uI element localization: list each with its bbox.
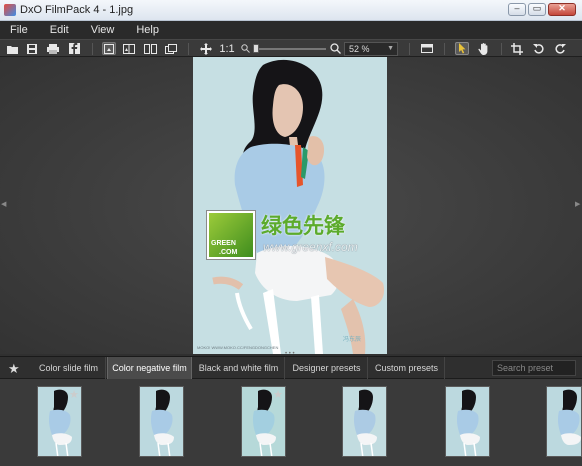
toolbar-separator — [92, 43, 93, 55]
tab-custom-presets[interactable]: Custom presets — [369, 357, 445, 379]
window-title: DxO FilmPack 4 - 1.jpg — [20, 4, 134, 16]
thumbnail-image — [343, 387, 386, 456]
open-folder-button[interactable] — [6, 42, 20, 55]
watermark-url: www.greenxf.com — [263, 240, 358, 254]
menu-view[interactable]: View — [91, 24, 115, 36]
favorite-star-icon[interactable]: ★ — [273, 388, 283, 401]
zoom-out-button[interactable] — [238, 42, 252, 55]
compare-side-by-side-icon — [143, 43, 157, 54]
zoom-value: 52 % — [349, 44, 370, 54]
maximize-icon: ▭ — [532, 3, 542, 13]
fullscreen-icon — [421, 44, 433, 53]
zoom-in-button[interactable] — [328, 42, 342, 55]
pointer-icon — [458, 43, 465, 54]
single-view-icon — [104, 43, 114, 54]
fullscreen-button[interactable] — [420, 42, 434, 55]
image-viewer[interactable]: ◀ ▶ GREEN .COM 绿色先锋 www.greenxf.com 冯东辰 … — [0, 57, 582, 354]
photo-credit: MOKO! WWW.MOKO.CC/FENGDONGCHEN — [197, 345, 279, 350]
rotate-left-icon — [533, 43, 544, 54]
left-panel-toggle-icon[interactable]: ◀ — [1, 200, 6, 208]
portrait-photo — [193, 57, 387, 354]
chevron-down-icon: ▼ — [387, 45, 394, 52]
toolbar-separator — [501, 43, 502, 55]
preset-thumbnail[interactable] — [342, 386, 387, 457]
menu-edit[interactable]: Edit — [50, 24, 69, 36]
minimize-icon: – — [514, 3, 520, 13]
preset-search-input[interactable]: Search preset — [492, 360, 576, 376]
app-icon — [4, 4, 16, 16]
crop-button[interactable] — [510, 42, 524, 55]
watermark-chinese: 绿色先锋 — [261, 215, 345, 238]
zoom-select[interactable]: 52 % ▼ — [344, 42, 398, 56]
zoom-in-icon — [329, 43, 341, 54]
facebook-button[interactable] — [67, 42, 81, 55]
rotate-right-button[interactable] — [553, 42, 567, 55]
toolbar-separator — [409, 43, 410, 55]
title-bar: DxO FilmPack 4 - 1.jpg – ▭ ✕ — [0, 0, 582, 21]
move-button[interactable] — [199, 42, 213, 55]
compare-split-button[interactable] — [122, 42, 136, 55]
compare-original-button[interactable] — [164, 42, 178, 55]
preset-thumbnail[interactable] — [445, 386, 490, 457]
thumbnail-image — [547, 387, 581, 456]
menu-help[interactable]: Help — [136, 24, 159, 36]
move-icon — [200, 42, 212, 55]
menu-bar: File Edit View Help — [0, 21, 582, 39]
crop-icon — [511, 42, 523, 55]
actual-size-button[interactable]: 1:1 — [218, 42, 236, 55]
tab-black-and-white-film[interactable]: Black and white film — [193, 357, 285, 379]
favorite-star-icon[interactable]: ★ — [69, 388, 79, 401]
star-icon[interactable]: ★ — [8, 361, 20, 377]
zoom-slider[interactable] — [253, 44, 326, 53]
print-icon — [47, 43, 59, 54]
preset-thumbnail[interactable] — [546, 386, 582, 457]
rotate-right-icon — [555, 43, 566, 54]
window-controls: – ▭ ✕ — [508, 3, 576, 16]
zoom-out-icon — [240, 44, 250, 53]
preset-filmstrip[interactable]: ★ ★ — [0, 379, 582, 466]
close-button[interactable]: ✕ — [548, 3, 576, 16]
photo-badge: 冯东辰 — [343, 337, 362, 343]
compare-original-icon — [165, 43, 177, 54]
tab-designer-presets[interactable]: Designer presets — [286, 357, 368, 379]
app-window: DxO FilmPack 4 - 1.jpg – ▭ ✕ File Edit V… — [0, 0, 582, 466]
logo-text-com: .COM — [219, 249, 238, 256]
close-icon: ✕ — [558, 3, 566, 13]
preset-tabs-bar: ★ Color slide film Color negative film B… — [0, 356, 582, 379]
preview-photo: GREEN .COM 绿色先锋 www.greenxf.com 冯东辰 MOKO… — [193, 57, 387, 354]
toolbar: 1:1 52 % ▼ — [0, 39, 582, 57]
save-icon — [27, 43, 37, 54]
maximize-button[interactable]: ▭ — [528, 3, 546, 16]
tab-color-negative-film[interactable]: Color negative film — [107, 357, 192, 379]
open-folder-icon — [7, 45, 18, 54]
compare-side-by-side-button[interactable] — [143, 42, 157, 55]
pointer-tool-button[interactable] — [455, 42, 469, 55]
preset-thumbnail[interactable]: ★ — [241, 386, 286, 457]
preset-thumbnail[interactable] — [139, 386, 184, 457]
zoom-slider-thumb[interactable] — [253, 44, 259, 53]
print-button[interactable] — [46, 42, 60, 55]
hand-icon — [477, 42, 487, 55]
thumbnail-image — [140, 387, 183, 456]
minimize-button[interactable]: – — [508, 3, 526, 16]
rotate-left-button[interactable] — [532, 42, 546, 55]
right-panel-toggle-icon[interactable]: ▶ — [575, 200, 580, 208]
preset-thumbnail[interactable]: ★ — [37, 386, 82, 457]
greenxf-logo: GREEN .COM — [207, 211, 255, 259]
facebook-icon — [68, 43, 80, 54]
toolbar-separator — [188, 43, 189, 55]
thumbnail-image — [446, 387, 489, 456]
menu-file[interactable]: File — [10, 24, 28, 36]
logo-text-green: GREEN — [211, 240, 236, 247]
tab-color-slide-film[interactable]: Color slide film — [32, 357, 106, 379]
single-view-button[interactable] — [102, 42, 116, 55]
save-button[interactable] — [25, 42, 39, 55]
toolbar-separator — [444, 43, 445, 55]
hand-tool-button[interactable] — [476, 42, 490, 55]
compare-split-icon — [123, 43, 135, 54]
